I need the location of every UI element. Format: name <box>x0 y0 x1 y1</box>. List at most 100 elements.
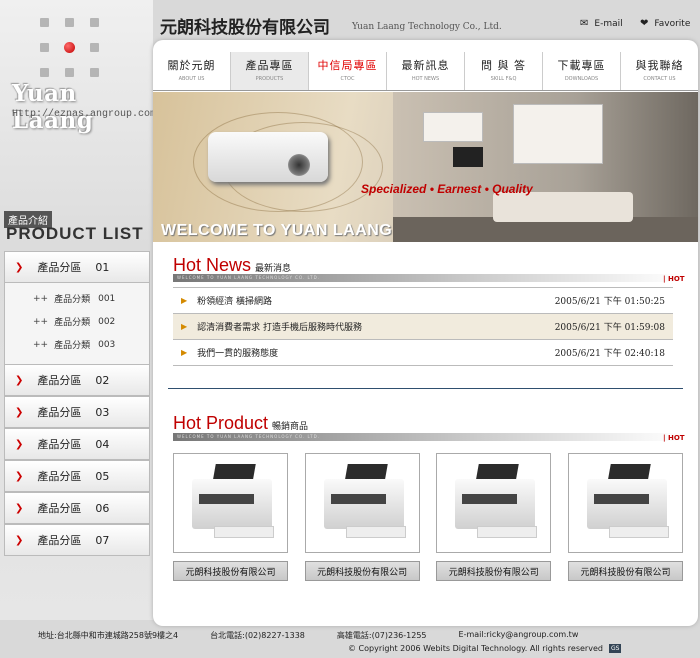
news-title[interactable]: 粉領經濟 橫掃網路 <box>197 294 555 307</box>
subcategory-item-002[interactable]: ++ 產品分類 002 <box>5 310 149 333</box>
nav-label: 問 與 答 <box>481 59 526 72</box>
hot-news-title-text: Hot News <box>173 255 252 275</box>
triangle-right-icon: ▶ <box>181 296 188 305</box>
favorite-label: Favorite <box>654 18 691 29</box>
logo-mark <box>40 18 100 78</box>
nav-downloads[interactable]: 下載專區 DOWNLOADS <box>543 52 621 90</box>
copyright-text: © Copyright 2006 Webits Digital Technolo… <box>348 644 603 653</box>
triangle-right-icon: ▶ <box>181 348 188 357</box>
hot-news-bar: WELCOME TO YUAN LAANG TECHNOLOGY CO. LTD… <box>173 274 683 282</box>
news-date: 2005/6/21 下午 01:50:25 <box>554 297 665 307</box>
chevron-right-icon: ❯ <box>15 374 24 386</box>
nav-ctoc[interactable]: 中信局專區 CTOC <box>309 52 387 90</box>
chevron-right-icon: ❯ <box>15 261 24 273</box>
banner-slogan: Specialized • Earnest • Quality <box>361 182 533 196</box>
hot-news-title-zh: 最新消息 <box>255 263 292 273</box>
category-item-04[interactable]: ❯ 產品分區 04 <box>4 428 150 460</box>
nav-label: 與我聯絡 <box>635 59 684 72</box>
news-item[interactable]: ▶ 認清消費者需求 打造手機后服務時代服務 2005/6/21 下午 01:59… <box>173 314 673 340</box>
category-number: 03 <box>95 405 110 419</box>
footer-contact: 地址:台北縣中和市連城路258號9樓之4 台北電話:(02)8227-1338 … <box>38 630 678 641</box>
hot-product-tag[interactable]: | HOT <box>663 434 685 442</box>
hot-product-title: Hot Product 暢銷商品 <box>173 413 308 434</box>
category-item-07[interactable]: ❯ 產品分區 07 <box>4 524 150 556</box>
nav-sublabel: DOWNLOADS <box>564 76 599 82</box>
logo-text[interactable]: Yuan Laang <box>12 80 153 134</box>
hot-news-title: Hot News 最新消息 <box>173 255 291 276</box>
category-number: 01 <box>95 260 110 274</box>
product-name[interactable]: 元朗科技股份有限公司 <box>567 561 683 581</box>
category-label: 產品分區 <box>37 374 82 387</box>
category-number: 05 <box>95 469 110 483</box>
product-name[interactable]: 元朗科技股份有限公司 <box>436 561 552 581</box>
product-list-title: PRODUCT LIST <box>6 224 144 243</box>
company-name-en: Yuan Laang Technology Co., Ltd. <box>352 22 502 32</box>
nav-label: 產品專區 <box>245 59 294 72</box>
product-name[interactable]: 元朗科技股份有限公司 <box>173 561 288 581</box>
footer-email[interactable]: E-mail:ricky@angroup.com.tw <box>459 630 579 641</box>
category-number: 04 <box>95 437 110 451</box>
subcategory-label: 產品分類 <box>54 341 91 351</box>
product-name[interactable]: 元朗科技股份有限公司 <box>304 561 420 581</box>
footer-address: 地址:台北縣中和市連城路258號9樓之4 <box>38 631 179 640</box>
main-panel: 關於元朗 ABOUT US 產品專區 PRODUCTS 中信局專區 CTOC 最… <box>153 40 698 626</box>
nav-contact[interactable]: 與我聯絡 CONTACT US <box>621 52 698 90</box>
fax-machine-image[interactable] <box>436 453 552 553</box>
category-item-03[interactable]: ❯ 產品分區 03 <box>4 396 150 428</box>
nav-divider <box>153 90 698 91</box>
double-plus-icon: ++ <box>33 339 49 350</box>
main-nav: 關於元朗 ABOUT US 產品專區 PRODUCTS 中信局專區 CTOC 最… <box>153 52 698 90</box>
category-item-02[interactable]: ❯ 產品分區 02 <box>4 364 150 396</box>
heart-icon: ❤ <box>640 18 649 29</box>
nav-label: 最新訊息 <box>401 59 450 72</box>
submenu: ++ 產品分類 001 ++ 產品分類 002 ++ 產品分類 003 <box>4 283 150 364</box>
category-item-01[interactable]: ❯ 產品分區 01 <box>4 251 150 283</box>
product-card[interactable]: 元朗科技股份有限公司 <box>304 453 420 581</box>
hot-product-bar: WELCOME TO YUAN LAANG TECHNOLOGY CO. LTD… <box>173 433 683 441</box>
company-name: 元朗科技股份有限公司 <box>160 18 330 38</box>
nav-label: 關於元朗 <box>167 59 216 72</box>
double-plus-icon: ++ <box>33 293 49 304</box>
footer-copyright: © Copyright 2006 Webits Digital Technolo… <box>348 644 622 653</box>
news-item[interactable]: ▶ 粉領經濟 橫掃網路 2005/6/21 下午 01:50:25 <box>173 288 673 314</box>
subcategory-number: 003 <box>98 339 116 350</box>
nav-news[interactable]: 最新訊息 HOT NEWS <box>387 52 465 90</box>
product-card[interactable]: 元朗科技股份有限公司 <box>173 453 288 581</box>
product-grid: 元朗科技股份有限公司 元朗科技股份有限公司 元朗科技股份有限公司 元朗科技股份有… <box>173 453 683 581</box>
nav-about[interactable]: 關於元朗 ABOUT US <box>153 52 231 90</box>
nav-faq[interactable]: 問 與 答 SKILL F&Q <box>465 52 543 90</box>
product-card[interactable]: 元朗科技股份有限公司 <box>567 453 683 581</box>
nav-products[interactable]: 產品專區 PRODUCTS <box>231 52 309 90</box>
category-item-06[interactable]: ❯ 產品分區 06 <box>4 492 150 524</box>
email-link[interactable]: ✉ E-mail <box>580 18 623 29</box>
triangle-right-icon: ▶ <box>181 322 188 331</box>
subcategory-item-003[interactable]: ++ 產品分類 003 <box>5 333 149 356</box>
banner-sofa <box>493 192 633 222</box>
category-item-05[interactable]: ❯ 產品分區 05 <box>4 460 150 492</box>
fax-machine-image[interactable] <box>173 453 288 553</box>
hot-news-tag[interactable]: | HOT <box>663 275 685 283</box>
news-date: 2005/6/21 下午 01:59:08 <box>554 323 665 333</box>
subcategory-item-001[interactable]: ++ 產品分類 001 <box>5 287 149 310</box>
chevron-right-icon: ❯ <box>15 438 24 450</box>
chevron-right-icon: ❯ <box>15 502 24 514</box>
news-title[interactable]: 我們一貫的服務態度 <box>197 346 555 359</box>
hero-banner: Specialized • Earnest • Quality WELCOME … <box>153 92 698 242</box>
product-card[interactable]: 元朗科技股份有限公司 <box>436 453 552 581</box>
subcategory-number: 002 <box>98 316 116 327</box>
nav-sublabel: HOT NEWS <box>411 76 440 82</box>
category-label: 產品分區 <box>37 470 82 483</box>
double-plus-icon: ++ <box>33 316 49 327</box>
subcategory-label: 產品分類 <box>54 318 91 328</box>
nav-sublabel: CTOC <box>340 76 355 82</box>
news-title[interactable]: 認清消費者需求 打造手機后服務時代服務 <box>197 320 555 333</box>
favorite-link[interactable]: ❤ Favorite <box>640 18 690 29</box>
nav-label: 下載專區 <box>557 59 606 72</box>
site-url: Http://eznas.angroup.com.tw <box>12 109 175 120</box>
fax-machine-image[interactable] <box>567 453 683 553</box>
nav-sublabel: SKILL F&Q <box>490 76 517 82</box>
nav-sublabel: PRODUCTS <box>255 76 284 82</box>
fax-machine-image[interactable] <box>304 453 420 553</box>
category-number: 06 <box>95 501 110 515</box>
news-item[interactable]: ▶ 我們一貫的服務態度 2005/6/21 下午 02:40:18 <box>173 340 673 366</box>
